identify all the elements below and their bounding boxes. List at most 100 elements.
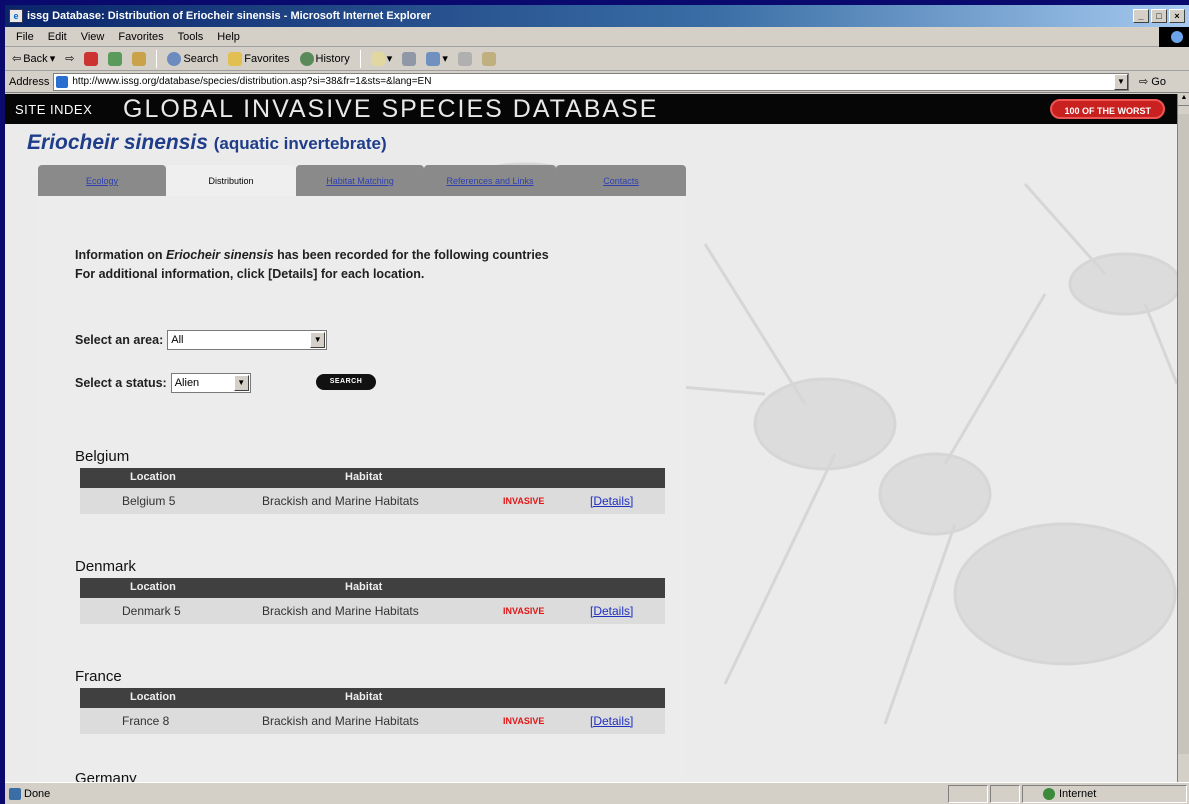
status-text: Done bbox=[24, 787, 51, 800]
back-button[interactable]: ⇦ Back ▾ bbox=[9, 52, 58, 66]
security-zone: Internet bbox=[1022, 784, 1187, 803]
species-category: (aquatic invertebrate) bbox=[213, 134, 387, 153]
status-message: Done bbox=[5, 787, 948, 800]
ie-throbber-icon bbox=[1159, 27, 1189, 47]
refresh-icon bbox=[108, 51, 123, 66]
country-name: Belgium bbox=[75, 448, 130, 465]
status-badge: INVASIVE bbox=[503, 606, 545, 616]
species-name: Eriocheir sinensis bbox=[27, 131, 208, 154]
row-habitat: Brackish and Marine Habitats bbox=[262, 604, 419, 618]
country-section: France Location Habitat France 8 Brackis… bbox=[75, 668, 665, 734]
title-bar: e issg Database: Distribution of Erioche… bbox=[5, 5, 1189, 27]
tab-ecology[interactable]: Ecology bbox=[38, 165, 166, 196]
status-badge: INVASIVE bbox=[503, 496, 545, 506]
status-cell bbox=[990, 784, 1020, 803]
address-dropdown-icon[interactable]: ▼ bbox=[1114, 73, 1128, 90]
address-url: http://www.issg.org/database/species/dis… bbox=[72, 76, 432, 87]
messenger-button[interactable] bbox=[479, 51, 499, 66]
scroll-thumb[interactable] bbox=[1178, 114, 1189, 754]
globe-icon bbox=[1043, 787, 1055, 800]
forward-button[interactable]: ⇨ bbox=[62, 52, 77, 65]
search-button[interactable]: Search bbox=[164, 51, 221, 66]
menu-bar: File Edit View Favorites Tools Help bbox=[5, 27, 1189, 47]
area-value: All bbox=[171, 334, 184, 346]
area-label: Select an area: bbox=[75, 333, 164, 347]
messenger-icon bbox=[481, 51, 496, 66]
menu-view[interactable]: View bbox=[74, 31, 112, 43]
table-header: Location Habitat bbox=[80, 688, 665, 708]
stop-button[interactable] bbox=[81, 51, 101, 66]
edit-button[interactable]: ▾ bbox=[423, 51, 451, 66]
chevron-down-icon[interactable]: ▼ bbox=[310, 332, 326, 348]
intro-prefix: Information on bbox=[75, 248, 166, 262]
country-name: Denmark bbox=[75, 558, 136, 575]
maximize-button[interactable]: □ bbox=[1151, 9, 1167, 23]
go-button[interactable]: ⇨ Go bbox=[1139, 75, 1189, 88]
home-button[interactable] bbox=[129, 51, 149, 66]
tab-habitat-matching[interactable]: Habitat Matching bbox=[296, 165, 424, 196]
menu-edit[interactable]: Edit bbox=[41, 31, 74, 43]
intro-line-2: For additional information, click [Detai… bbox=[75, 267, 425, 281]
search-icon bbox=[167, 51, 182, 66]
species-title: Eriocheir sinensis (aquatic invertebrate… bbox=[27, 131, 387, 155]
address-input[interactable]: http://www.issg.org/database/species/dis… bbox=[53, 72, 1129, 91]
dropdown-icon: ▾ bbox=[386, 53, 393, 65]
header-habitat: Habitat bbox=[345, 581, 383, 593]
intro-suffix: has been recorded for the following coun… bbox=[273, 248, 549, 262]
zone-label: Internet bbox=[1059, 787, 1097, 800]
tab-contacts[interactable]: Contacts bbox=[556, 165, 686, 196]
table-row: Belgium 5 Brackish and Marine Habitats I… bbox=[80, 488, 665, 514]
table-row: Denmark 5 Brackish and Marine Habitats I… bbox=[80, 598, 665, 624]
mail-button[interactable]: ▾ bbox=[368, 51, 396, 66]
address-bar: Address http://www.issg.org/database/spe… bbox=[5, 71, 1189, 93]
table-header: Location Habitat bbox=[80, 468, 665, 488]
page-viewport: SITE INDEX GLOBAL INVASIVE SPECIES DATAB… bbox=[5, 94, 1177, 782]
search-submit-button[interactable]: SEARCH bbox=[316, 374, 376, 390]
vertical-scrollbar[interactable]: ▲ bbox=[1177, 94, 1189, 782]
menu-file[interactable]: File bbox=[9, 31, 41, 43]
status-value: Alien bbox=[174, 377, 200, 389]
scroll-up-icon[interactable]: ▲ bbox=[1178, 94, 1189, 106]
status-bar: Done Internet bbox=[5, 782, 1189, 804]
refresh-button[interactable] bbox=[105, 51, 125, 66]
tab-references-and-links[interactable]: References and Links bbox=[424, 165, 556, 196]
favorites-button[interactable]: Favorites bbox=[225, 51, 292, 66]
address-label: Address bbox=[9, 75, 50, 88]
tab-distribution[interactable]: Distribution bbox=[166, 165, 296, 196]
menu-favorites[interactable]: Favorites bbox=[111, 31, 170, 43]
stop-icon bbox=[84, 51, 99, 66]
row-location: Denmark 5 bbox=[122, 604, 181, 618]
minimize-button[interactable]: _ bbox=[1133, 9, 1149, 23]
chevron-down-icon[interactable]: ▼ bbox=[233, 375, 249, 391]
row-location: France 8 bbox=[122, 714, 170, 728]
page-icon bbox=[56, 75, 69, 88]
site-header: SITE INDEX GLOBAL INVASIVE SPECIES DATAB… bbox=[5, 94, 1177, 124]
site-title: GLOBAL INVASIVE SPECIES DATABASE bbox=[123, 94, 659, 123]
history-button[interactable]: History bbox=[297, 51, 353, 66]
history-icon bbox=[299, 51, 314, 66]
details-link[interactable]: [Details] bbox=[590, 714, 633, 728]
print-button[interactable] bbox=[399, 51, 419, 66]
area-select[interactable]: All ▼ bbox=[167, 330, 328, 350]
mail-icon bbox=[370, 51, 385, 66]
history-label: History bbox=[315, 52, 350, 65]
dropdown-icon: ▾ bbox=[442, 53, 448, 65]
header-habitat: Habitat bbox=[345, 471, 383, 483]
discuss-button[interactable] bbox=[455, 51, 475, 66]
close-button[interactable]: × bbox=[1169, 9, 1185, 23]
row-habitat: Brackish and Marine Habitats bbox=[262, 714, 419, 728]
status-select[interactable]: Alien ▼ bbox=[170, 373, 251, 393]
details-link[interactable]: [Details] bbox=[590, 494, 633, 508]
country-section: Belgium Location Habitat Belgium 5 Brack… bbox=[75, 448, 665, 514]
go-label: Go bbox=[1151, 76, 1166, 88]
menu-help[interactable]: Help bbox=[210, 31, 247, 43]
worst-species-badge[interactable]: 100 OF THE WORST bbox=[1050, 99, 1165, 119]
window-title: issg Database: Distribution of Eriocheir… bbox=[27, 10, 432, 22]
go-arrow-icon: ⇨ bbox=[1139, 76, 1149, 88]
header-habitat: Habitat bbox=[345, 691, 383, 703]
browser-window: e issg Database: Distribution of Erioche… bbox=[5, 5, 1189, 804]
details-link[interactable]: [Details] bbox=[590, 604, 633, 618]
header-location: Location bbox=[130, 581, 176, 593]
menu-tools[interactable]: Tools bbox=[171, 31, 211, 43]
site-index-link[interactable]: SITE INDEX bbox=[5, 102, 123, 117]
